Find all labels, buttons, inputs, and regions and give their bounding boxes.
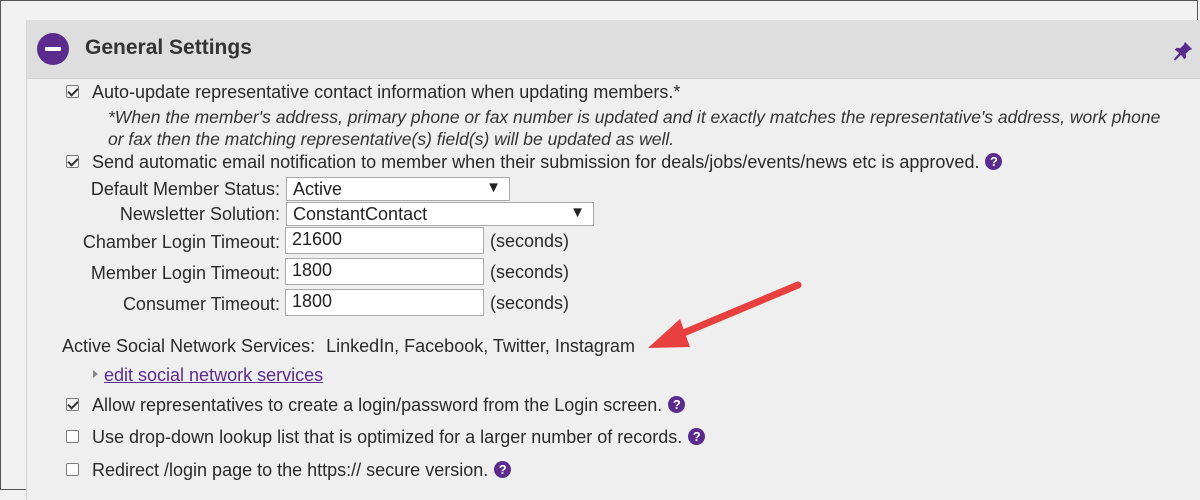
edit-social-link-row: edit social network services xyxy=(104,365,323,386)
annotation-arrow-icon xyxy=(648,281,802,348)
default-status-label: Default Member Status: xyxy=(90,179,280,199)
member-timeout-input[interactable]: 1800 xyxy=(285,258,484,285)
member-timeout-label: Member Login Timeout: xyxy=(90,263,280,283)
panel-header[interactable]: General Settings xyxy=(27,20,1200,79)
chevron-down-icon: ▼ xyxy=(486,179,501,196)
pushpin-icon[interactable] xyxy=(1172,40,1194,62)
dropdown-lookup-checkbox[interactable] xyxy=(66,430,79,443)
email-notify-row: Send automatic email notification to mem… xyxy=(92,152,1003,173)
auto-update-checkbox[interactable] xyxy=(66,85,79,98)
allow-login-checkbox[interactable] xyxy=(66,398,79,411)
social-services-row: Active Social Network Services: LinkedIn… xyxy=(62,336,635,357)
collapse-icon[interactable] xyxy=(37,33,69,65)
help-icon[interactable]: ? xyxy=(688,428,706,445)
dropdown-lookup-row: Use drop-down lookup list that is optimi… xyxy=(92,427,706,448)
expand-triangle-icon[interactable] xyxy=(93,370,98,378)
chamber-timeout-label: Chamber Login Timeout: xyxy=(82,232,280,252)
consumer-timeout-input[interactable]: 1800 xyxy=(285,289,484,316)
newsletter-label: Newsletter Solution: xyxy=(119,204,280,224)
auto-update-note-line2: or fax then the matching representative(… xyxy=(108,129,675,149)
email-notify-label: Send automatic email notification to mem… xyxy=(92,152,980,172)
newsletter-value: ConstantContact xyxy=(293,204,428,224)
chevron-down-icon: ▼ xyxy=(570,204,585,221)
email-notify-checkbox[interactable] xyxy=(66,155,79,168)
redirect-https-checkbox[interactable] xyxy=(66,463,79,476)
allow-login-row: Allow representatives to create a login/… xyxy=(92,395,686,416)
edit-social-network-link[interactable]: edit social network services xyxy=(104,365,323,385)
social-services-value: LinkedIn, Facebook, Twitter, Instagram xyxy=(326,336,635,356)
help-icon[interactable]: ? xyxy=(494,461,512,478)
default-status-value: Active xyxy=(293,179,343,199)
dropdown-lookup-label: Use drop-down lookup list that is optimi… xyxy=(92,427,683,447)
help-icon[interactable]: ? xyxy=(985,153,1003,170)
redirect-https-label: Redirect /login page to the https:// sec… xyxy=(92,460,489,480)
chamber-timeout-input[interactable]: 21600 xyxy=(285,227,484,254)
consumer-timeout-label: Consumer Timeout: xyxy=(122,294,280,314)
page-title: General Settings xyxy=(85,36,252,59)
allow-login-label: Allow representatives to create a login/… xyxy=(92,395,663,415)
auto-update-label: Auto-update representative contact infor… xyxy=(92,82,681,102)
chamber-timeout-unit: (seconds) xyxy=(490,231,570,251)
help-icon[interactable]: ? xyxy=(668,396,686,413)
auto-update-note-line1: *When the member's address, primary phon… xyxy=(108,107,1161,127)
default-status-select[interactable]: Active ▼ xyxy=(286,177,510,201)
redirect-https-row: Redirect /login page to the https:// sec… xyxy=(92,460,512,481)
social-services-label: Active Social Network Services: xyxy=(62,336,316,356)
newsletter-select[interactable]: ConstantContact ▼ xyxy=(286,202,594,226)
consumer-timeout-unit: (seconds) xyxy=(490,293,570,313)
member-timeout-unit: (seconds) xyxy=(490,262,570,282)
